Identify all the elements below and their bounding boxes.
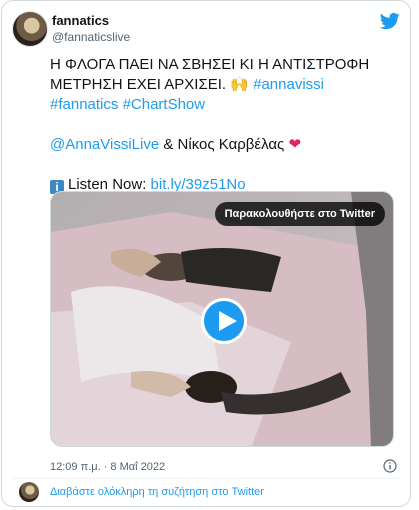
hashtag-fannatics[interactable]: #fannatics — [50, 96, 118, 113]
author-avatar[interactable] — [12, 11, 48, 47]
author-handle[interactable]: @fannaticslive — [52, 29, 130, 45]
author-display-name[interactable]: fannatics — [52, 13, 130, 29]
tweet-text: Η ΦΛΟΓΑ ΠΑΕΙ ΝΑ ΣΒΗΣΕΙ ΚΙ Η ΑΝΤΙΣΤΡΟΦΗ Μ… — [50, 55, 395, 195]
read-conversation-row[interactable]: Διαβάστε ολόκληρη τη συζήτηση στο Twitte… — [12, 482, 402, 504]
hashtag-annavissi[interactable]: #annavissi — [253, 76, 324, 93]
tweet-card[interactable]: fannatics @fannaticslive Η ΦΛΟΓΑ ΠΑΕΙ ΝΑ… — [1, 0, 411, 507]
footer-divider — [12, 478, 400, 479]
twitter-bird-icon[interactable] — [379, 11, 401, 31]
mention-suffix: & Νίκος Καρβέλας — [159, 136, 289, 153]
footer-avatar — [19, 482, 39, 502]
play-icon — [219, 311, 237, 331]
read-conversation-link[interactable]: Διαβάστε ολόκληρη τη συζήτηση στο Twitte… — [50, 486, 264, 498]
heart-icon: ❤ — [288, 136, 302, 153]
mention-annavissilive[interactable]: @AnnaVissiLive — [50, 136, 159, 153]
play-button[interactable] — [201, 298, 247, 344]
tweet-timestamp[interactable]: 12:09 π.μ. · 8 Μαΐ 2022 — [50, 461, 165, 473]
info-circle-icon[interactable] — [383, 459, 397, 473]
watch-on-twitter-button[interactable]: Παρακολουθήστε στο Twitter — [214, 202, 385, 226]
tweet-header: fannatics @fannaticslive — [12, 11, 407, 51]
tweet-line-2: @AnnaVissiLive & Νίκος Καρβέλας ❤ — [50, 135, 395, 155]
video-player[interactable]: Παρακολουθήστε στο Twitter — [50, 191, 394, 447]
tweet-line-1: Η ΦΛΟΓΑ ΠΑΕΙ ΝΑ ΣΒΗΣΕΙ ΚΙ Η ΑΝΤΙΣΤΡΟΦΗ Μ… — [50, 55, 395, 115]
author-info[interactable]: fannatics @fannaticslive — [52, 13, 130, 45]
hashtag-chartshow[interactable]: #ChartShow — [123, 96, 206, 113]
